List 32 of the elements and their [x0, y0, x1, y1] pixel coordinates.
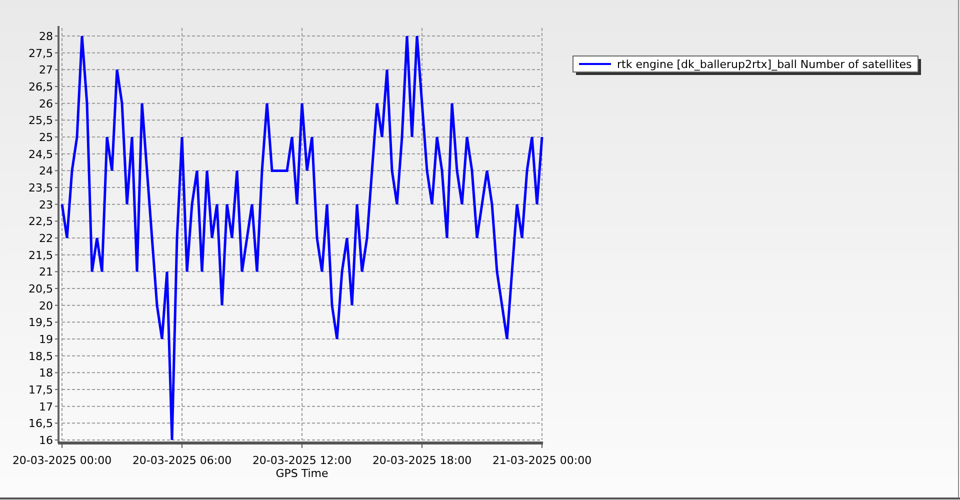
y-tick-label: 20,5	[28, 282, 53, 296]
y-tick-label: 25,5	[28, 114, 53, 128]
y-tick-label: 23,5	[28, 182, 53, 194]
y-tick-label: 25	[39, 131, 53, 144]
x-tick-label: 20-03-2025 12:00	[252, 454, 352, 467]
y-tick-label: 27	[39, 64, 53, 77]
y-tick-label: 19,5	[28, 316, 53, 330]
axis-title: GPS Time	[276, 467, 328, 480]
y-tick-label: 17,5	[28, 384, 53, 396]
y-tick-label: 20	[39, 299, 53, 312]
y-tick-label: 26,5	[28, 80, 53, 94]
y-tick-label: 26	[39, 97, 53, 110]
y-tick-label: 28	[39, 30, 53, 43]
y-tick-label: 24,5	[28, 148, 53, 161]
y-tick-label: 24	[39, 164, 53, 178]
y-tick-label: 18	[39, 366, 53, 380]
y-tick-label: 16	[39, 434, 53, 447]
y-tick-label: 21	[39, 266, 53, 279]
y-tick-label: 21,5	[28, 248, 53, 262]
y-tick-label: 19	[39, 333, 53, 346]
y-tick-label: 23	[39, 198, 53, 212]
y-tick-label: 27,5	[28, 46, 53, 60]
y-tick-label: 16,5	[28, 417, 53, 430]
x-tick-label: 20-03-2025 18:00	[372, 454, 472, 467]
x-tick-label: 21-03-2025 00:00	[492, 454, 592, 467]
x-tick-label: 20-03-2025 06:00	[132, 454, 232, 467]
y-tick-label: 22,5	[28, 215, 53, 228]
y-tick-label: 22	[39, 232, 53, 245]
y-tick-label: 18,5	[28, 350, 53, 363]
y-tick-label: 17	[39, 400, 53, 414]
legend-label: rtk engine [dk_ballerup2rtx]_ball Number of satellites	[617, 58, 912, 71]
x-tick-label: 20-03-2025 00:00	[12, 454, 112, 467]
